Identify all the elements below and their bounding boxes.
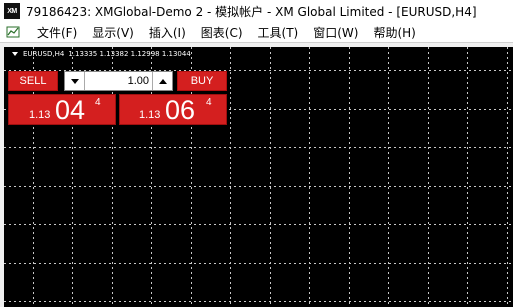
lot-decrease-button[interactable] <box>65 72 85 90</box>
menu-insert[interactable]: 插入(I) <box>142 24 194 41</box>
lot-size-stepper[interactable]: 1.00 <box>64 71 173 91</box>
chevron-down-icon <box>70 78 79 84</box>
buy-price-pipette: 4 <box>206 97 212 108</box>
sell-price-prefix: 1.13 <box>29 109 51 121</box>
chevron-up-icon <box>158 78 167 84</box>
chart-symbol: EURUSD,H4 <box>23 50 65 58</box>
chart-menu-triangle-icon[interactable] <box>12 52 18 56</box>
chart-window-icon[interactable] <box>6 25 20 39</box>
menu-view[interactable]: 显示(V) <box>85 24 142 41</box>
chart-header: EURUSD,H4 1.13335 1.13382 1.12998 1.1304… <box>12 50 191 58</box>
window-title: 79186423: XMGlobal-Demo 2 - 模拟帐户 - XM Gl… <box>26 4 477 19</box>
menu-tools[interactable]: 工具(T) <box>251 24 307 41</box>
menu-window[interactable]: 窗口(W) <box>306 24 366 41</box>
sell-price-big: 04 <box>55 95 86 125</box>
price-chart[interactable]: EURUSD,H4 1.13335 1.13382 1.12998 1.1304… <box>4 47 513 307</box>
menu-charts[interactable]: 图表(C) <box>194 24 251 41</box>
buy-price-prefix: 1.13 <box>139 109 161 121</box>
one-click-trading-panel: SELL 1.00 BUY 1.13 04 4 1.13 06 4 <box>8 67 230 127</box>
menu-help[interactable]: 帮助(H) <box>366 24 423 41</box>
sell-button[interactable]: SELL <box>8 71 58 91</box>
chart-frame: EURUSD,H4 1.13335 1.13382 1.12998 1.1304… <box>0 43 513 307</box>
menu-bar: 文件(F) 显示(V) 插入(I) 图表(C) 工具(T) 窗口(W) 帮助(H… <box>0 22 513 43</box>
sell-price-box[interactable]: 1.13 04 4 <box>8 94 116 125</box>
title-bar: XM 79186423: XMGlobal-Demo 2 - 模拟帐户 - XM… <box>0 0 513 22</box>
sell-price-pipette: 4 <box>95 97 101 108</box>
chart-ohlc: 1.13335 1.13382 1.12998 1.13044 <box>68 50 191 58</box>
lot-increase-button[interactable] <box>152 72 172 90</box>
buy-button[interactable]: BUY <box>177 71 227 91</box>
lot-size-input[interactable]: 1.00 <box>85 72 152 90</box>
xm-app-icon[interactable]: XM <box>4 3 20 19</box>
buy-price-box[interactable]: 1.13 06 4 <box>119 94 227 125</box>
buy-price-big: 06 <box>165 95 196 125</box>
menu-file[interactable]: 文件(F) <box>30 24 85 41</box>
